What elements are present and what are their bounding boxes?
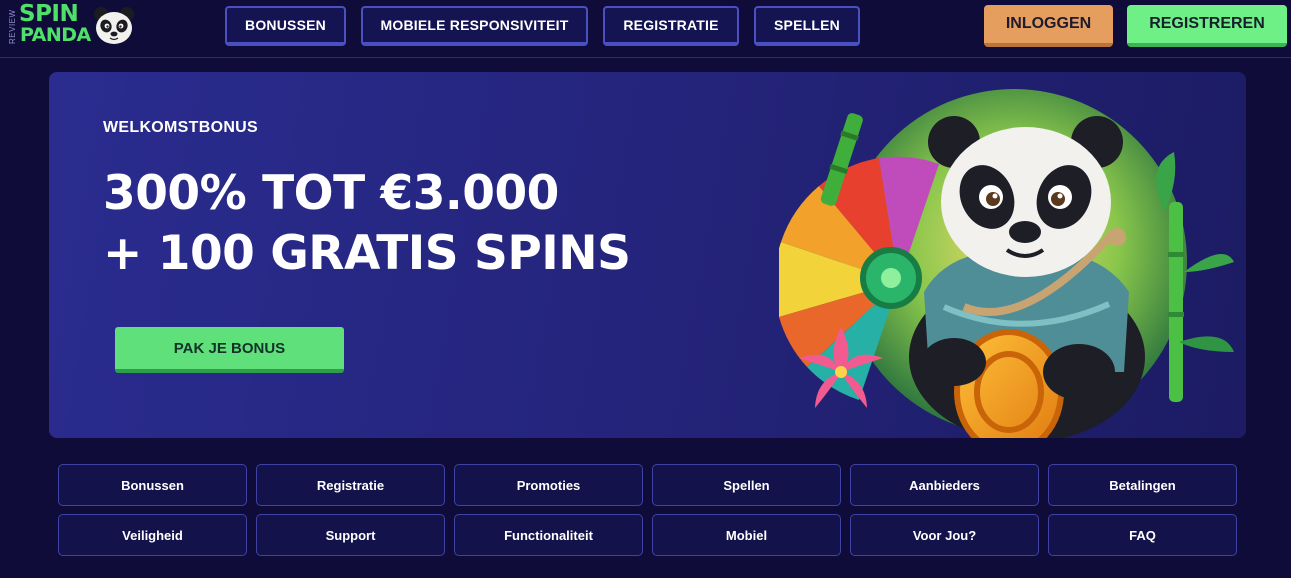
hero-label: WELKOMSTBONUS	[103, 119, 259, 136]
logo-review-text: REVIEW	[8, 9, 17, 45]
nav-bonussen-button[interactable]: BONUSSEN	[225, 6, 346, 46]
link-veiligheid[interactable]: Veiligheid	[58, 514, 247, 556]
site-logo[interactable]: REVIEW SPIN PANDA	[8, 2, 138, 50]
link-support[interactable]: Support	[256, 514, 445, 556]
link-bonussen[interactable]: Bonussen	[58, 464, 247, 506]
nav-mobiele-responsiviteit-button[interactable]: MOBIELE RESPONSIVITEIT	[361, 6, 588, 46]
hero-title-line-2: + 100 GRATIS SPINS	[103, 226, 631, 281]
site-header: REVIEW SPIN PANDA BONUSSEN MOBIELE RESPO…	[0, 0, 1291, 58]
logo-panda-text: PANDA	[20, 24, 91, 46]
nav-registratie-button[interactable]: REGISTRATIE	[603, 6, 739, 46]
logo-spin-text: SPIN	[19, 1, 79, 27]
hero-title: 300% TOT €3.000 + 100 GRATIS SPINS	[103, 164, 723, 284]
link-registratie[interactable]: Registratie	[256, 464, 445, 506]
hero-title-line-1: 300% TOT €3.000	[103, 166, 559, 221]
link-aanbieders[interactable]: Aanbieders	[850, 464, 1039, 506]
panda-mascot-illustration	[779, 89, 1234, 438]
claim-bonus-button[interactable]: PAK JE BONUS	[115, 327, 344, 373]
link-spellen[interactable]: Spellen	[652, 464, 841, 506]
login-button[interactable]: INLOGGEN	[984, 5, 1113, 47]
register-button[interactable]: REGISTREREN	[1127, 5, 1287, 47]
link-mobiel[interactable]: Mobiel	[652, 514, 841, 556]
link-functionaliteit[interactable]: Functionaliteit	[454, 514, 643, 556]
panda-head-icon	[94, 7, 134, 44]
nav-spellen-button[interactable]: SPELLEN	[754, 6, 860, 46]
link-promoties[interactable]: Promoties	[454, 464, 643, 506]
link-betalingen[interactable]: Betalingen	[1048, 464, 1237, 506]
welcome-bonus-banner: WELKOMSTBONUS 300% TOT €3.000 + 100 GRAT…	[49, 72, 1246, 438]
link-voor-jou[interactable]: Voor Jou?	[850, 514, 1039, 556]
link-faq[interactable]: FAQ	[1048, 514, 1237, 556]
